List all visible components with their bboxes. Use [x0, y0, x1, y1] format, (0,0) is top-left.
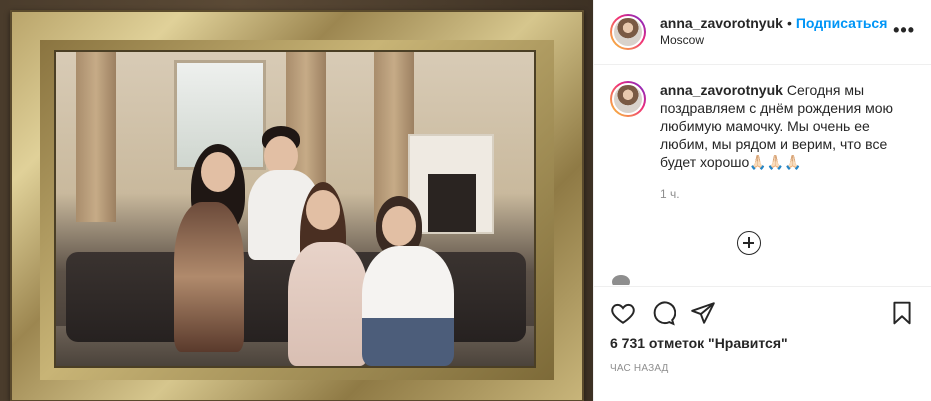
header-text: anna_zavorotnyuk • Подписаться Moscow [660, 15, 887, 49]
follow-button[interactable]: Подписаться [796, 15, 888, 31]
person-1 [174, 202, 244, 352]
person-3 [288, 242, 368, 366]
caption-body: anna_zavorotnyuk Сегодня мы поздравляем … [660, 81, 908, 203]
post-image[interactable] [0, 0, 593, 401]
author-username[interactable]: anna_zavorotnyuk [660, 15, 783, 31]
comments-section: anna_zavorotnyuk Сегодня мы поздравляем … [594, 65, 931, 285]
post-sidebar: anna_zavorotnyuk • Подписаться Moscow ••• … [593, 0, 931, 401]
post-timestamp[interactable]: ЧАС НАЗАД [610, 363, 915, 374]
caption-avatar[interactable] [610, 81, 646, 117]
person-4 [362, 246, 454, 366]
caption-time[interactable]: 1 ч. [660, 185, 908, 203]
more-options-icon[interactable]: ••• [893, 20, 915, 41]
likes-count[interactable]: 6 731 отметок "Нравится" [610, 335, 915, 351]
comment-icon[interactable] [650, 300, 676, 326]
separator-dot: • [786, 15, 792, 31]
person-1-face [201, 152, 235, 192]
plus-circle-icon[interactable] [737, 231, 761, 255]
post-header: anna_zavorotnyuk • Подписаться Moscow ••• [594, 0, 931, 65]
author-avatar-image [612, 16, 644, 48]
curtain-left [76, 52, 116, 222]
instagram-post: anna_zavorotnyuk • Подписаться Moscow ••• … [0, 0, 931, 401]
action-bar: 6 731 отметок "Нравится" ЧАС НАЗАД [594, 286, 931, 374]
paper-plane-icon[interactable] [690, 300, 716, 326]
partial-next-comment [612, 275, 912, 285]
author-avatar[interactable] [610, 14, 646, 50]
caption-username[interactable]: anna_zavorotnyuk [660, 82, 783, 98]
partial-avatar [612, 275, 630, 285]
person-3-face [306, 190, 340, 230]
caption: anna_zavorotnyuk Сегодня мы поздравляем … [610, 81, 915, 203]
bookmark-icon[interactable] [889, 300, 915, 326]
framed-family-photo [56, 52, 534, 366]
caption-avatar-image [612, 83, 644, 115]
header-row: anna_zavorotnyuk • Подписаться [660, 15, 887, 32]
location-link[interactable]: Moscow [660, 32, 887, 49]
heart-icon[interactable] [610, 300, 636, 326]
person-4-face [382, 206, 416, 246]
action-icons [610, 293, 915, 333]
